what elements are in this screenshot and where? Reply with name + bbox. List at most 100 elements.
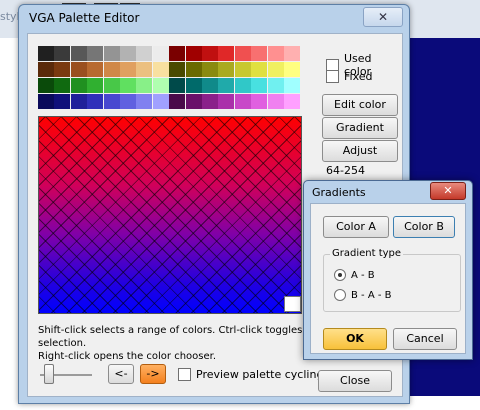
- fixed-checkbox[interactable]: Fixed: [326, 70, 373, 83]
- ok-button[interactable]: OK: [323, 328, 387, 350]
- palette-swatch[interactable]: [38, 78, 54, 93]
- palette-swatch[interactable]: [185, 78, 202, 93]
- selection-range: 64-254: [326, 164, 365, 177]
- cycle-speed-slider-thumb[interactable]: [44, 364, 54, 384]
- color-b-button[interactable]: Color B: [393, 216, 455, 238]
- palette-swatch[interactable]: [202, 46, 218, 61]
- gradient-button[interactable]: Gradient: [322, 117, 398, 139]
- adjust-button[interactable]: Adjust: [322, 140, 398, 162]
- palette-white-cell[interactable]: [284, 296, 301, 312]
- palette-swatch[interactable]: [284, 46, 300, 61]
- palette-swatch[interactable]: [234, 62, 251, 77]
- palette-swatch[interactable]: [54, 78, 71, 93]
- palette-swatch[interactable]: [87, 94, 104, 109]
- palette-swatch[interactable]: [136, 62, 153, 77]
- help-text: Shift-click selects a range of colors. C…: [38, 324, 338, 363]
- palette-swatch[interactable]: [169, 46, 186, 61]
- palette-swatch[interactable]: [120, 78, 136, 93]
- radio-b-a-b-label: B - A - B: [351, 289, 392, 301]
- palette-swatch[interactable]: [38, 94, 54, 109]
- palette-swatch[interactable]: [234, 78, 251, 93]
- palette-swatch[interactable]: [54, 94, 71, 109]
- palette-swatch[interactable]: [202, 62, 218, 77]
- palette-swatch[interactable]: [136, 78, 153, 93]
- dialog-close-icon[interactable]: ✕: [430, 182, 466, 200]
- palette-swatch[interactable]: [251, 62, 268, 77]
- help-line-2: Right-click opens the color chooser.: [38, 351, 217, 362]
- cancel-button[interactable]: Cancel: [393, 328, 457, 350]
- palette-swatch[interactable]: [87, 78, 104, 93]
- gradient-type-label: Gradient type: [330, 248, 404, 259]
- palette-swatch[interactable]: [202, 94, 218, 109]
- palette-swatch[interactable]: [218, 94, 235, 109]
- palette-swatch[interactable]: [185, 94, 202, 109]
- palette-swatch[interactable]: [120, 46, 136, 61]
- palette-swatch[interactable]: [234, 94, 251, 109]
- palette-swatch[interactable]: [103, 46, 120, 61]
- palette-swatch[interactable]: [152, 94, 169, 109]
- palette-swatch[interactable]: [234, 46, 251, 61]
- close-button[interactable]: Close: [318, 370, 392, 392]
- palette-swatch-grid[interactable]: [38, 46, 300, 110]
- palette-gradient-selection[interactable]: [38, 116, 302, 314]
- previous-button[interactable]: <-: [108, 364, 134, 384]
- palette-swatch[interactable]: [218, 78, 235, 93]
- dialog-client-area: Color A Color B Gradient type A - B B - …: [310, 203, 466, 354]
- preview-cycling-label: Preview palette cycling: [196, 368, 324, 381]
- palette-swatch[interactable]: [284, 78, 300, 93]
- palette-swatch[interactable]: [267, 94, 284, 109]
- palette-swatch[interactable]: [284, 62, 300, 77]
- palette-swatch[interactable]: [70, 94, 87, 109]
- palette-swatch[interactable]: [38, 46, 54, 61]
- palette-swatch[interactable]: [54, 46, 71, 61]
- palette-swatch[interactable]: [70, 46, 87, 61]
- window-close-icon[interactable]: ✕: [363, 7, 403, 27]
- palette-swatch[interactable]: [152, 62, 169, 77]
- palette-swatch[interactable]: [103, 62, 120, 77]
- radio-b-a-b[interactable]: B - A - B: [334, 289, 392, 301]
- radio-unselected-icon[interactable]: [334, 289, 346, 301]
- dialog-title: Gradients: [312, 186, 366, 199]
- palette-swatch[interactable]: [251, 46, 268, 61]
- palette-swatch[interactable]: [185, 62, 202, 77]
- palette-swatch[interactable]: [38, 62, 54, 77]
- palette-swatch[interactable]: [54, 62, 71, 77]
- palette-swatch[interactable]: [87, 46, 104, 61]
- palette-swatch[interactable]: [87, 62, 104, 77]
- palette-swatch[interactable]: [267, 46, 284, 61]
- palette-swatch[interactable]: [136, 46, 153, 61]
- palette-swatch[interactable]: [185, 46, 202, 61]
- radio-a-b[interactable]: A - B: [334, 269, 375, 281]
- palette-swatch[interactable]: [267, 62, 284, 77]
- palette-swatch[interactable]: [136, 94, 153, 109]
- palette-swatch[interactable]: [284, 94, 300, 109]
- palette-swatch[interactable]: [169, 62, 186, 77]
- next-button[interactable]: ->: [140, 364, 166, 384]
- palette-swatch[interactable]: [251, 78, 268, 93]
- palette-swatch[interactable]: [152, 46, 169, 61]
- palette-swatch[interactable]: [103, 78, 120, 93]
- palette-swatch[interactable]: [202, 78, 218, 93]
- palette-swatch[interactable]: [251, 94, 268, 109]
- palette-swatch[interactable]: [70, 62, 87, 77]
- fixed-label: Fixed: [344, 70, 373, 83]
- palette-swatch[interactable]: [70, 78, 87, 93]
- window-title: VGA Palette Editor: [29, 11, 140, 25]
- palette-swatch[interactable]: [152, 78, 169, 93]
- palette-swatch[interactable]: [120, 94, 136, 109]
- palette-swatch[interactable]: [218, 46, 235, 61]
- palette-swatch[interactable]: [267, 78, 284, 93]
- preview-cycling-checkbox[interactable]: Preview palette cycling: [178, 368, 323, 381]
- radio-selected-icon[interactable]: [334, 269, 346, 281]
- palette-swatch[interactable]: [169, 78, 186, 93]
- checkbox-box[interactable]: [326, 70, 339, 83]
- palette-swatch[interactable]: [218, 62, 235, 77]
- palette-swatch[interactable]: [120, 62, 136, 77]
- color-a-button[interactable]: Color A: [323, 216, 389, 238]
- palette-swatch[interactable]: [169, 94, 186, 109]
- radio-a-b-label: A - B: [351, 269, 375, 281]
- palette-swatch[interactable]: [103, 94, 120, 109]
- gradient-type-group: Gradient type A - B B - A - B: [323, 248, 461, 312]
- edit-color-button[interactable]: Edit color: [322, 94, 398, 116]
- checkbox-box[interactable]: [178, 368, 191, 381]
